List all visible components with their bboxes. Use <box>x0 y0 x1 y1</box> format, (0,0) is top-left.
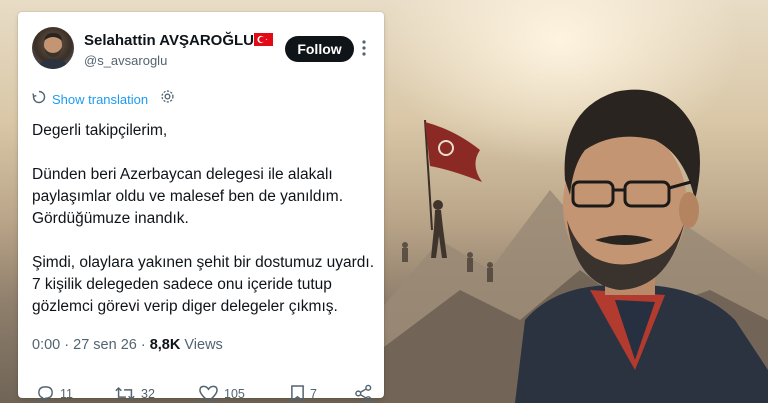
tweet-date[interactable]: 27 sen 26 <box>73 337 137 353</box>
gear-icon[interactable] <box>160 89 175 109</box>
share-icon <box>354 384 373 403</box>
tweet-paragraph: Şimdi, olaylara yakınen şehit bir dostum… <box>32 254 375 315</box>
turkey-flag-icon <box>254 33 273 46</box>
retweet-icon <box>114 384 136 403</box>
reply-count: 11 <box>60 386 73 401</box>
action-bar: 11 32 105 7 <box>32 384 377 403</box>
show-translation-row[interactable]: Show translation <box>32 89 175 109</box>
follow-button[interactable]: Follow <box>285 36 354 62</box>
display-name[interactable]: Selahattin AVŞAROĞLU <box>84 32 254 49</box>
views-count: 8,8K <box>149 337 181 353</box>
views-label: Views <box>184 337 223 353</box>
tweet-text: Degerli takipçilerim, Dünden beri Azerba… <box>32 120 377 340</box>
retweet-count: 32 <box>141 386 155 401</box>
avatar[interactable] <box>32 27 74 69</box>
tweet-paragraph: Degerli takipçilerim, <box>32 122 168 139</box>
like-button[interactable]: 105 <box>198 384 245 403</box>
user-handle[interactable]: @s_avsaroglu <box>84 53 167 68</box>
tweet-paragraph: Dünden beri Azerbaycan delegesi ile alak… <box>32 166 344 227</box>
share-button[interactable] <box>354 384 373 403</box>
man-with-glasses-photo <box>515 89 768 403</box>
bookmark-icon <box>290 384 305 403</box>
bookmark-button[interactable]: 7 <box>290 384 317 403</box>
reply-button[interactable]: 11 <box>36 384 73 403</box>
retweet-button[interactable]: 32 <box>114 384 155 403</box>
tweet-card: Selahattin AVŞAROĞLU @s_avsaroglu Follow… <box>18 12 384 403</box>
bookmark-count: 7 <box>310 386 317 401</box>
translate-icon <box>32 90 46 109</box>
tweet-meta: 0:00 · 27 sen 26 · 8,8K Views <box>32 337 223 353</box>
more-icon[interactable] <box>359 40 369 58</box>
heart-icon <box>198 384 219 403</box>
tweet-time[interactable]: 0:00 <box>32 337 60 353</box>
show-translation-link[interactable]: Show translation <box>52 92 148 107</box>
like-count: 105 <box>224 386 245 401</box>
reply-icon <box>36 384 55 403</box>
